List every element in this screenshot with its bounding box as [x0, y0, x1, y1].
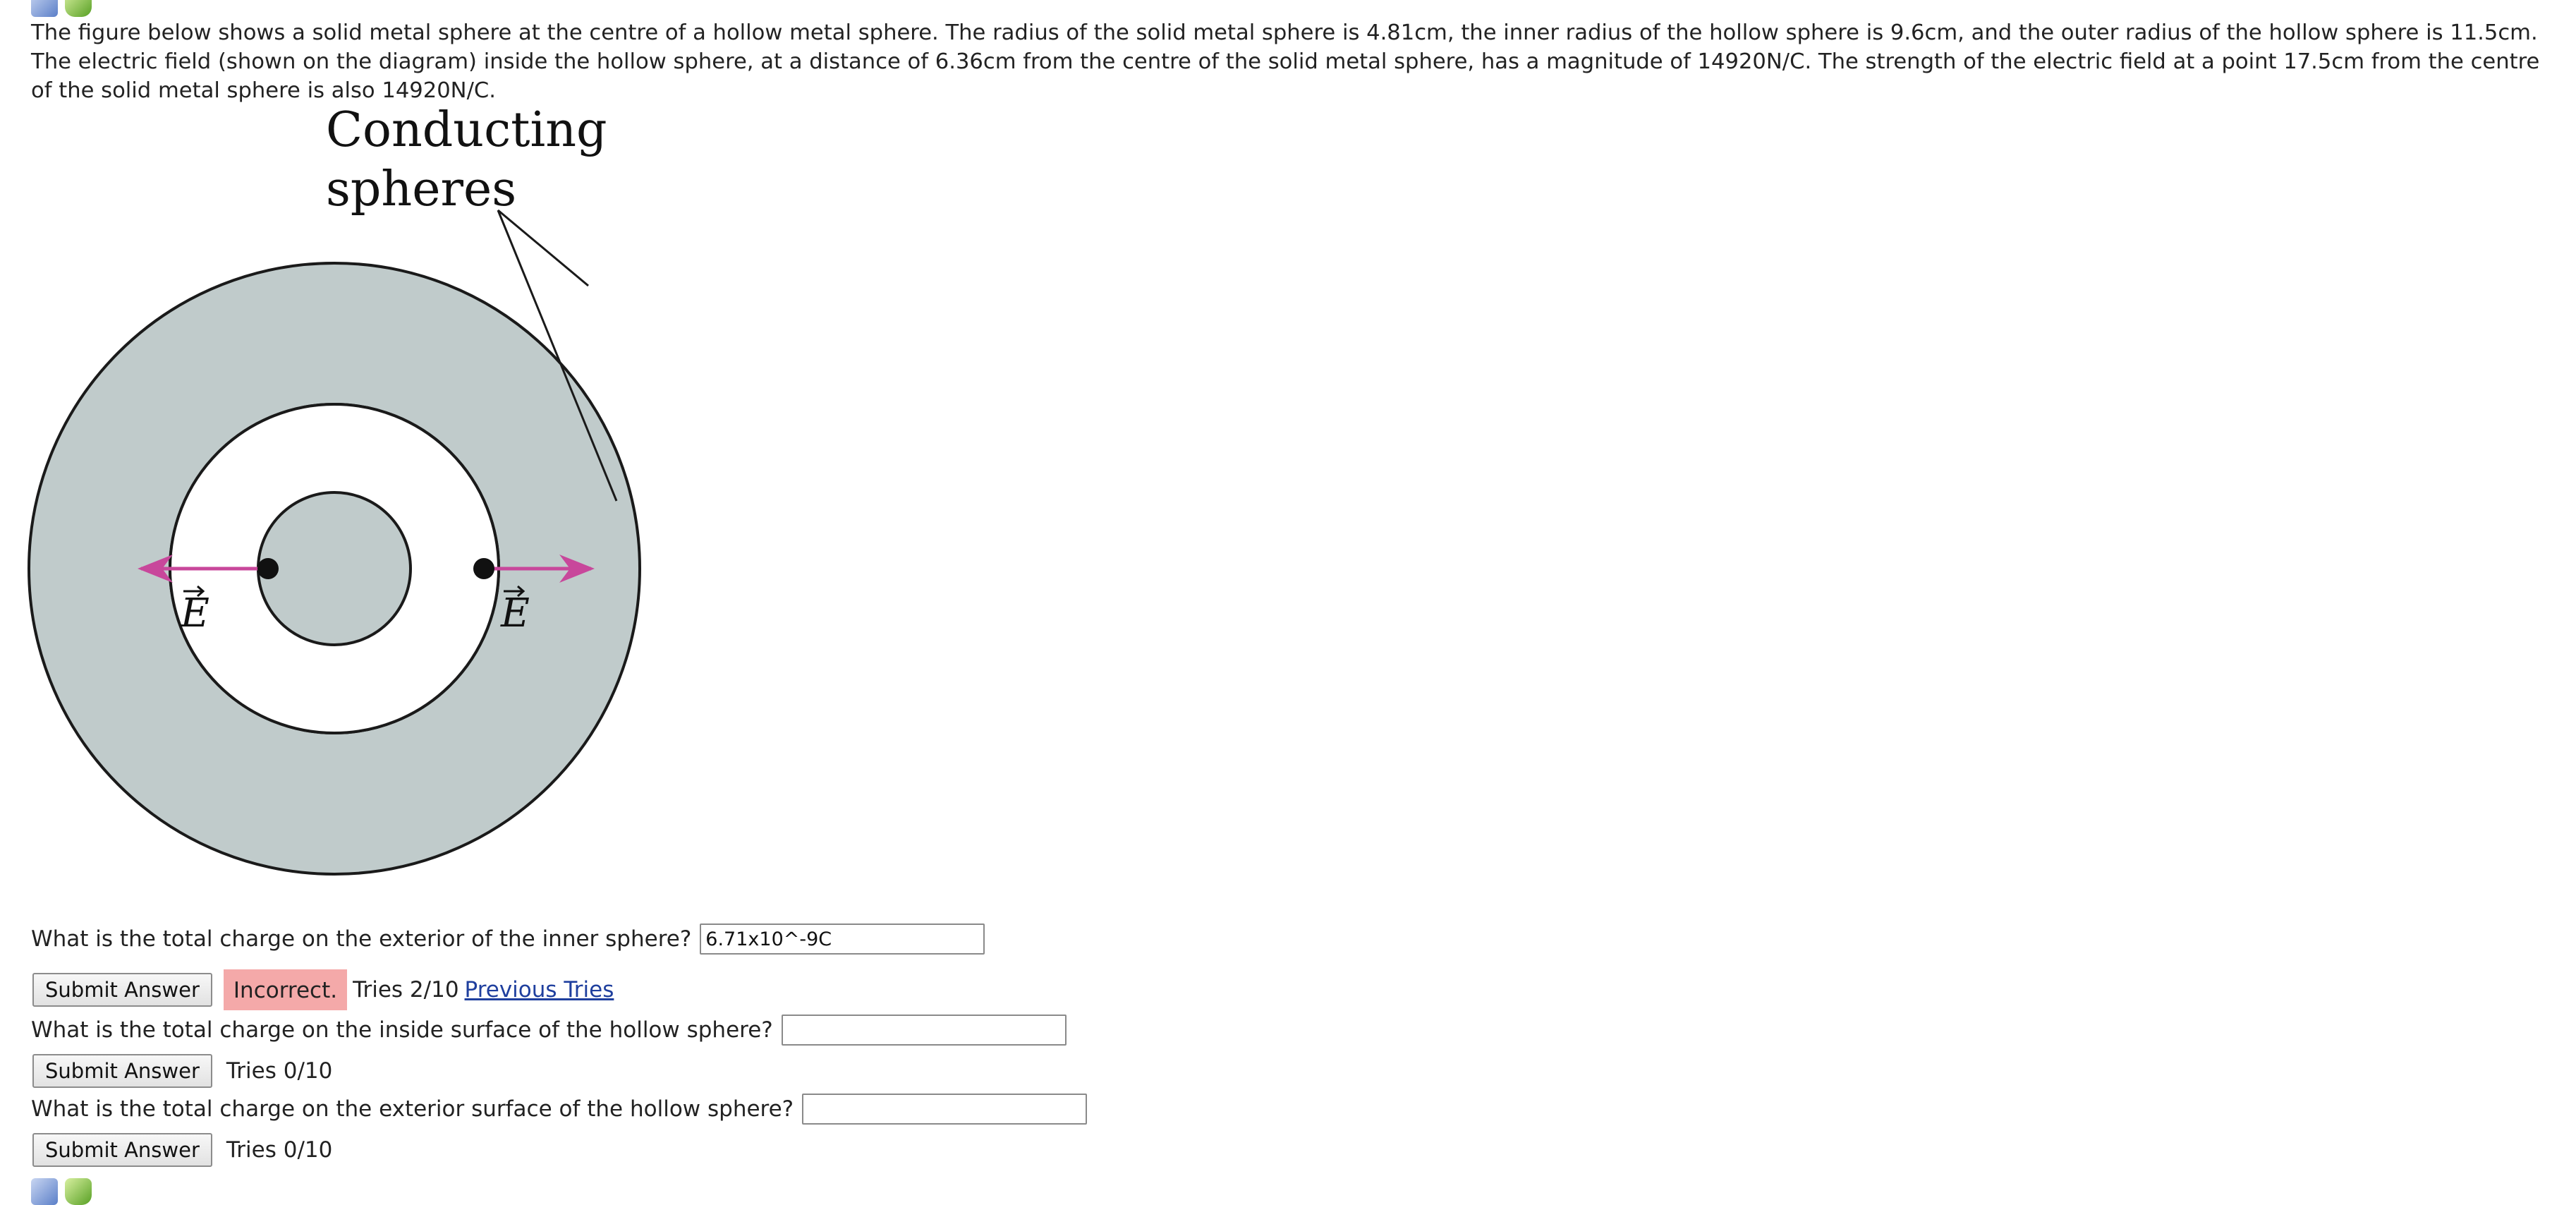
question-2-tries: Tries 0/10: [226, 1058, 333, 1084]
question-3-tries: Tries 0/10: [226, 1137, 333, 1163]
question-1-answer-input[interactable]: [700, 924, 985, 955]
question-3-row: What is the total charge on the exterior…: [31, 1094, 1088, 1125]
field-point-inner: [473, 558, 494, 579]
solid-sphere: [257, 491, 412, 646]
question-2-text: What is the total charge on the inside s…: [31, 1017, 773, 1043]
figure-label-line1: Conducting: [326, 104, 607, 158]
question-1-status-badge: Incorrect.: [223, 969, 348, 1010]
question-3-text: What is the total charge on the exterior…: [31, 1096, 794, 1122]
bucket-icon[interactable]: [65, 0, 92, 17]
question-3-submit-row: Submit Answer Tries 0/10: [32, 1133, 338, 1167]
top-toolbar: [31, 0, 92, 17]
question-1-row: What is the total charge on the exterior…: [31, 924, 985, 955]
question-1-submit-button[interactable]: Submit Answer: [32, 973, 212, 1007]
field-label-outer: E: [180, 591, 209, 636]
bucket-icon[interactable]: [65, 1178, 92, 1205]
question-2-submit-row: Submit Answer Tries 0/10: [32, 1054, 338, 1088]
bottom-toolbar: [31, 1178, 92, 1205]
question-2-answer-input[interactable]: [781, 1015, 1067, 1046]
question-1-tries: Tries 2/10: [353, 977, 459, 1003]
edit-note-icon[interactable]: [31, 1178, 58, 1205]
field-label-inner: E: [500, 591, 530, 636]
edit-note-icon[interactable]: [31, 0, 58, 17]
conducting-spheres-figure: Conducting spheres E E: [21, 104, 938, 888]
question-3-answer-input[interactable]: [802, 1094, 1088, 1125]
problem-statement: The figure below shows a solid metal sph…: [31, 20, 2540, 103]
leader-line-outer: [497, 209, 589, 287]
field-point-outer: [257, 558, 279, 579]
question-2-submit-button[interactable]: Submit Answer: [32, 1054, 212, 1088]
figure-label-line2: spheres: [326, 162, 516, 217]
question-3-submit-button[interactable]: Submit Answer: [32, 1133, 212, 1167]
question-1-text: What is the total charge on the exterior…: [31, 926, 692, 952]
question-1-submit-row: Submit Answer Incorrect. Tries 2/10 Prev…: [32, 969, 614, 1010]
question-2-row: What is the total charge on the inside s…: [31, 1015, 1067, 1046]
question-1-previous-tries-link[interactable]: Previous Tries: [465, 977, 614, 1003]
